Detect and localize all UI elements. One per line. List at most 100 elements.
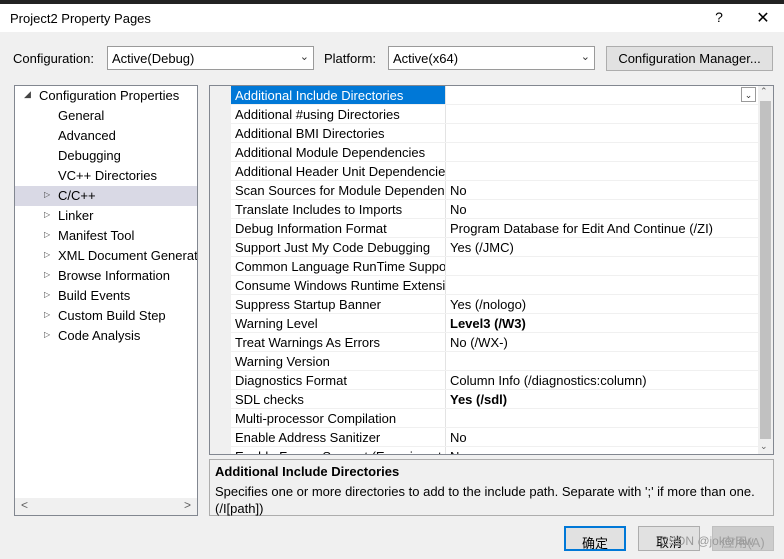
property-row[interactable]: Suppress Startup Banner Yes (/nologo) xyxy=(231,295,758,314)
configuration-dropdown[interactable]: Active(Debug) ⌄ xyxy=(107,46,314,70)
property-value[interactable]: Yes (/nologo) xyxy=(446,295,758,313)
ok-label: 确定 xyxy=(581,536,608,551)
close-icon[interactable]: ✕ xyxy=(754,8,772,28)
expand-triangle-icon[interactable]: ▷ xyxy=(44,290,50,299)
tree-item[interactable]: ▷ C/C++ xyxy=(15,186,197,206)
property-row[interactable]: Warning Level Level3 (/W3) xyxy=(231,314,758,333)
property-name: Enable Fuzzer Support (Experimental) xyxy=(231,447,446,454)
property-name: Suppress Startup Banner xyxy=(231,295,446,313)
chevron-down-icon: ⌄ xyxy=(580,51,590,63)
tree-item[interactable]: ▷ Manifest Tool xyxy=(15,226,197,246)
expand-triangle-icon[interactable]: ▷ xyxy=(44,270,50,279)
property-value[interactable] xyxy=(446,86,758,104)
tree-item-label: Advanced xyxy=(58,128,116,143)
property-name: Diagnostics Format xyxy=(231,371,446,389)
tree-item-label: Custom Build Step xyxy=(58,308,166,323)
expand-triangle-icon[interactable]: ▷ xyxy=(44,190,50,199)
property-value[interactable]: No xyxy=(446,428,758,446)
property-name: Consume Windows Runtime Extension xyxy=(231,276,446,294)
grid-vertical-scrollbar[interactable]: ⌃ ⌄ xyxy=(758,86,773,454)
scroll-down-icon[interactable]: ⌄ xyxy=(760,441,768,452)
tree-item[interactable]: ▷ XML Document Generat xyxy=(15,246,197,266)
property-row[interactable]: Common Language RunTime Support xyxy=(231,257,758,276)
tree-item-label: Linker xyxy=(58,208,94,223)
scroll-up-icon[interactable]: ⌃ xyxy=(760,86,768,97)
tree-item[interactable]: ▷ Custom Build Step xyxy=(15,306,197,326)
expand-triangle-icon[interactable]: ▷ xyxy=(44,310,50,319)
property-row[interactable]: Warning Version xyxy=(231,352,758,371)
platform-dropdown[interactable]: Active(x64) ⌄ xyxy=(388,46,595,70)
property-row[interactable]: Additional Module Dependencies xyxy=(231,143,758,162)
property-name: Warning Level xyxy=(231,314,446,332)
property-value[interactable] xyxy=(446,257,758,275)
property-value[interactable]: Yes (/sdl) xyxy=(446,390,758,408)
scroll-right-icon[interactable]: > xyxy=(184,498,191,512)
tree-item-label: Manifest Tool xyxy=(58,228,135,243)
property-value[interactable] xyxy=(446,124,758,142)
property-name: Common Language RunTime Support xyxy=(231,257,446,275)
property-value[interactable] xyxy=(446,352,758,370)
configuration-label: Configuration: xyxy=(13,51,94,66)
tree-root[interactable]: ◢ Configuration Properties xyxy=(15,86,197,106)
expanded-triangle-icon[interactable]: ◢ xyxy=(24,89,31,100)
description-panel: Additional Include Directories Specifies… xyxy=(209,459,774,516)
property-name: Additional Header Unit Dependencies xyxy=(231,162,446,180)
expand-triangle-icon[interactable]: ▷ xyxy=(44,330,50,339)
category-tree[interactable]: ◢ Configuration Properties General Advanc… xyxy=(14,85,198,516)
property-row[interactable]: Additional #using Directories xyxy=(231,105,758,124)
property-row[interactable]: Enable Fuzzer Support (Experimental)No xyxy=(231,447,758,454)
property-value[interactable]: No xyxy=(446,200,758,218)
expand-triangle-icon[interactable]: ▷ xyxy=(44,250,50,259)
property-grid[interactable]: Additional Include Directories ⌄ Additiona… xyxy=(209,85,774,455)
property-row[interactable]: Additional Include Directories ⌄ xyxy=(231,86,758,105)
property-value[interactable]: Yes (/JMC) xyxy=(446,238,758,256)
property-value[interactable]: Column Info (/diagnostics:column) xyxy=(446,371,758,389)
tree-item[interactable]: ▷ Linker xyxy=(15,206,197,226)
tree-item-label: XML Document Generat xyxy=(58,248,198,263)
tree-item[interactable]: ▷ Build Events xyxy=(15,286,197,306)
property-row[interactable]: Consume Windows Runtime Extension xyxy=(231,276,758,295)
property-value[interactable]: Program Database for Edit And Continue (… xyxy=(446,219,758,237)
tree-item[interactable]: General xyxy=(15,106,197,126)
property-row[interactable]: Support Just My Code Debugging Yes (/JMC) xyxy=(231,238,758,257)
property-value[interactable] xyxy=(446,162,758,180)
property-value[interactable]: Level3 (/W3) xyxy=(446,314,758,332)
property-row[interactable]: Additional BMI Directories xyxy=(231,124,758,143)
help-icon[interactable]: ? xyxy=(712,9,726,25)
property-row[interactable]: Additional Header Unit Dependencies xyxy=(231,162,758,181)
chevron-down-icon: ⌄ xyxy=(299,51,309,63)
tree-item[interactable]: Advanced xyxy=(15,126,197,146)
tree-item-label: Debugging xyxy=(58,148,121,163)
property-value[interactable]: No xyxy=(446,181,758,199)
tree-item-label: Build Events xyxy=(58,288,131,303)
property-row[interactable]: Translate Includes to Imports No xyxy=(231,200,758,219)
tree-item[interactable]: ▷ Browse Information xyxy=(15,266,197,286)
property-value[interactable]: No (/WX-) xyxy=(446,333,758,351)
property-row[interactable]: Enable Address Sanitizer No xyxy=(231,428,758,447)
tree-horizontal-scrollbar[interactable]: < > xyxy=(15,498,197,515)
description-text: Specifies one or more directories to add… xyxy=(215,484,755,516)
property-value[interactable] xyxy=(446,143,758,161)
ok-button[interactable]: 确定 xyxy=(564,526,626,551)
property-row[interactable]: Debug Information Format Program Database… xyxy=(231,219,758,238)
property-value[interactable] xyxy=(446,409,758,427)
tree-item[interactable]: Debugging xyxy=(15,146,197,166)
property-value[interactable]: No xyxy=(446,447,758,454)
property-name: Support Just My Code Debugging xyxy=(231,238,446,256)
value-dropdown-icon[interactable]: ⌄ xyxy=(741,87,756,102)
tree-item[interactable]: ▷ Code Analysis xyxy=(15,326,197,346)
property-row[interactable]: Treat Warnings As Errors No (/WX-) xyxy=(231,333,758,352)
property-row[interactable]: Diagnostics Format Column Info (/diagnost… xyxy=(231,371,758,390)
expand-triangle-icon[interactable]: ▷ xyxy=(44,210,50,219)
expand-triangle-icon[interactable]: ▷ xyxy=(44,230,50,239)
property-row[interactable]: Scan Sources for Module Dependencies No xyxy=(231,181,758,200)
property-row[interactable]: SDL checks Yes (/sdl) xyxy=(231,390,758,409)
property-name: Warning Version xyxy=(231,352,446,370)
property-row[interactable]: Multi-processor Compilation xyxy=(231,409,758,428)
property-value[interactable] xyxy=(446,105,758,123)
tree-item[interactable]: VC++ Directories xyxy=(15,166,197,186)
configuration-manager-button[interactable]: Configuration Manager... xyxy=(606,46,773,71)
property-value[interactable] xyxy=(446,276,758,294)
scroll-left-icon[interactable]: < xyxy=(21,498,28,512)
scroll-thumb[interactable] xyxy=(760,101,771,439)
